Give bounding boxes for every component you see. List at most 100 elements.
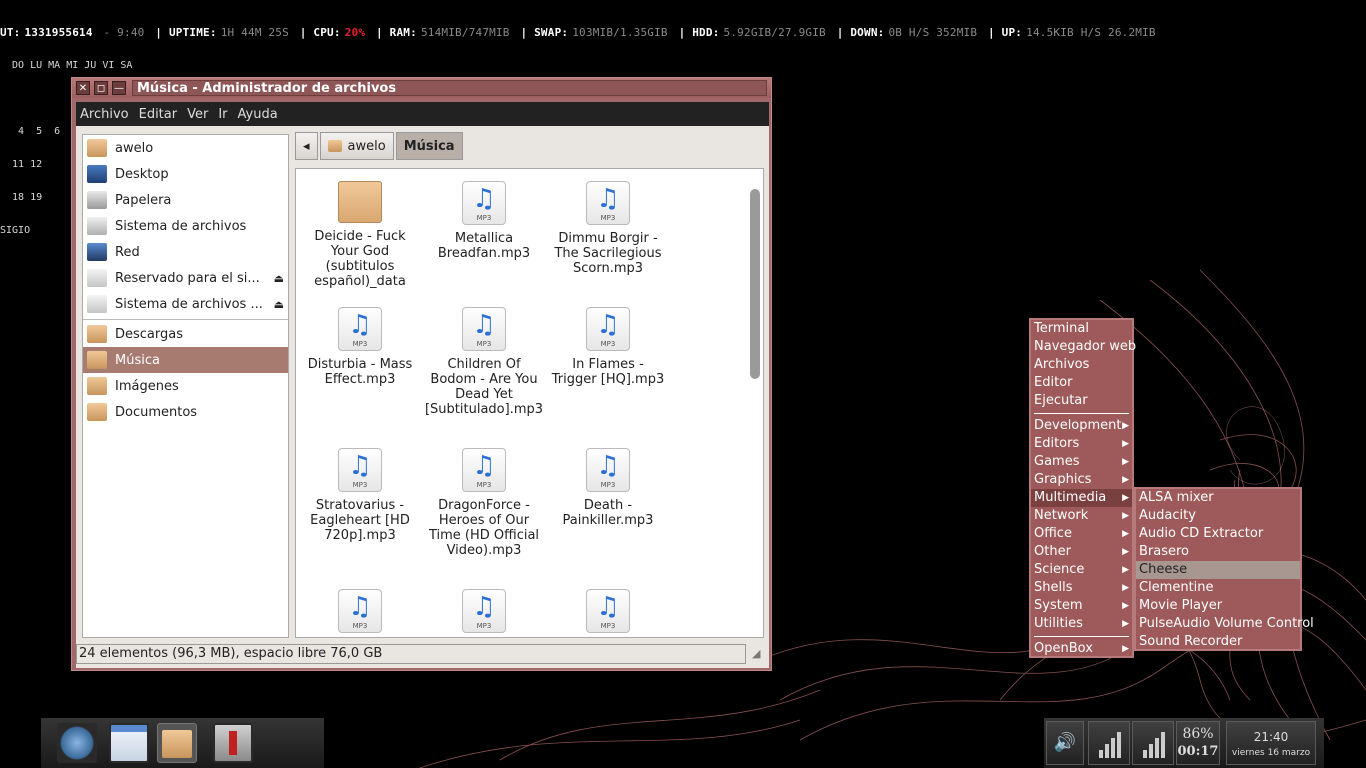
sidebar-item-documentos[interactable]: Documentos bbox=[83, 399, 288, 425]
menu-item-editors[interactable]: Editors ▶ bbox=[1031, 435, 1132, 453]
menu-ir[interactable]: Ir bbox=[218, 107, 227, 122]
mp3-badge: MP3 bbox=[352, 622, 368, 630]
music-folder-icon[interactable] bbox=[157, 723, 197, 763]
sidebar-divider bbox=[83, 319, 288, 320]
menu-item-other[interactable]: Other ▶ bbox=[1031, 543, 1132, 561]
resize-grip-icon[interactable]: ◢ bbox=[752, 647, 766, 661]
vertical-scrollbar[interactable] bbox=[749, 173, 761, 633]
menu-item-terminal[interactable]: Terminal bbox=[1031, 320, 1132, 338]
submenu-item-sound-recorder[interactable]: Sound Recorder bbox=[1136, 633, 1300, 651]
submenu-item-pulseaudio-volume-control[interactable]: PulseAudio Volume Control bbox=[1136, 615, 1314, 633]
submenu-item-brasero[interactable]: Brasero bbox=[1136, 543, 1300, 561]
sidebar-item-label: Imágenes bbox=[115, 378, 179, 394]
menu-editar[interactable]: Editar bbox=[139, 107, 178, 122]
menu-item-development[interactable]: Development ▶ bbox=[1031, 417, 1132, 435]
menu-item-label: Development bbox=[1034, 418, 1122, 433]
menu-item-multimedia[interactable]: Multimedia ▶ bbox=[1031, 489, 1132, 507]
battery-indicator[interactable]: 86% 00:17 bbox=[1176, 721, 1220, 765]
home-folder-icon bbox=[327, 140, 342, 152]
scrollbar-thumb[interactable] bbox=[750, 189, 760, 379]
sidebar-item-descargas[interactable]: Descargas bbox=[83, 321, 288, 347]
file-item[interactable]: ♫ MP3 bbox=[300, 589, 420, 637]
menu-item-games[interactable]: Games ▶ bbox=[1031, 453, 1132, 471]
music-note-glyph: ♫ bbox=[596, 184, 620, 214]
sidebar-item-awelo[interactable]: awelo bbox=[83, 135, 288, 161]
file-item[interactable]: ♫ MP3 In Flames - Trigger [HQ].mp3 bbox=[548, 307, 668, 387]
minimize-window-button[interactable]: — bbox=[112, 81, 126, 95]
menu-archivo[interactable]: Archivo bbox=[80, 107, 129, 122]
submenu-item-cheese[interactable]: Cheese bbox=[1136, 561, 1300, 579]
menu-item-shells[interactable]: Shells ▶ bbox=[1031, 579, 1132, 597]
submenu-item-clementine[interactable]: Clementine bbox=[1136, 579, 1300, 597]
file-item[interactable]: ♫ MP3 Metallica Breadfan.mp3 bbox=[424, 181, 544, 261]
music-note-glyph: ♫ bbox=[596, 310, 620, 340]
browser-icon[interactable] bbox=[57, 723, 97, 763]
sidebar-item-reservado[interactable]: Reservado para el si... ⏏ bbox=[83, 265, 288, 291]
path-crumb-awelo[interactable]: awelo bbox=[319, 132, 394, 160]
menu-item-label: Graphics bbox=[1034, 472, 1092, 487]
file-item[interactable]: ♫ MP3 Dimmu Borgir - The Sacrilegious Sco… bbox=[548, 181, 668, 276]
menu-item-network[interactable]: Network ▶ bbox=[1031, 507, 1132, 525]
menu-item-system[interactable]: System ▶ bbox=[1031, 597, 1132, 615]
menu-item-openbox[interactable]: OpenBox ▶ bbox=[1031, 640, 1132, 658]
file-item[interactable]: ♫ MP3 Disturbia - Mass Effect.mp3 bbox=[300, 307, 420, 387]
file-item[interactable]: ♫ MP3 Death - Painkiller.mp3 bbox=[548, 448, 668, 528]
file-name: DragonForce - Heroes of Our Time (HD Off… bbox=[428, 498, 540, 558]
system-tray: 🔊 86% 00:17 21:40 viernes 16 marzo bbox=[1044, 718, 1324, 768]
close-window-button[interactable]: ✕ bbox=[76, 81, 90, 95]
file-item[interactable]: Deicide - Fuck Your God (subtitulos espa… bbox=[300, 181, 420, 289]
eject-icon[interactable]: ⏏ bbox=[274, 272, 284, 285]
sidebar-item-musica[interactable]: Música bbox=[83, 347, 288, 373]
window-icon[interactable] bbox=[109, 723, 149, 763]
taskbar bbox=[41, 718, 324, 768]
submenu-item-alsa-mixer[interactable]: ALSA mixer bbox=[1136, 489, 1300, 507]
network-signal-icon[interactable] bbox=[1132, 721, 1174, 765]
volume-icon[interactable]: 🔊 bbox=[1046, 721, 1084, 765]
menu-item-archivos[interactable]: Archivos bbox=[1031, 356, 1132, 374]
menu-item-graphics[interactable]: Graphics ▶ bbox=[1031, 471, 1132, 489]
menu-item-ejecutar[interactable]: Ejecutar bbox=[1031, 392, 1132, 410]
maximize-window-button[interactable]: ◻ bbox=[94, 81, 108, 95]
signal-bars-icon bbox=[1143, 732, 1165, 758]
file-item[interactable]: ♫ MP3 bbox=[424, 589, 544, 637]
eject-icon[interactable]: ⏏ bbox=[274, 298, 284, 311]
submenu-item-movie-player[interactable]: Movie Player bbox=[1136, 597, 1300, 615]
menu-item-label: OpenBox bbox=[1034, 641, 1093, 656]
clock[interactable]: 21:40 viernes 16 marzo bbox=[1226, 721, 1316, 765]
path-back-button[interactable]: ◂ bbox=[295, 132, 318, 160]
path-crumb-musica[interactable]: Música bbox=[395, 132, 463, 160]
mp3-badge: MP3 bbox=[352, 481, 368, 489]
sidebar-item-label: Reservado para el si... bbox=[115, 270, 260, 286]
system-tool-icon[interactable] bbox=[213, 723, 253, 763]
menu-item-utilities[interactable]: Utilities ▶ bbox=[1031, 615, 1132, 633]
sidebar-item-imagenes[interactable]: Imágenes bbox=[83, 373, 288, 399]
file-name: Stratovarius - Eagleheart [HD 720p].mp3 bbox=[310, 498, 410, 543]
file-item[interactable]: ♫ MP3 Stratovarius - Eagleheart [HD 720p]… bbox=[300, 448, 420, 543]
sidebar-item-desktop[interactable]: Desktop bbox=[83, 161, 288, 187]
network-icon bbox=[87, 243, 107, 261]
sidebar-item-red[interactable]: Red bbox=[83, 239, 288, 265]
menu-ayuda[interactable]: Ayuda bbox=[238, 107, 278, 122]
sidebar-item-sistema-de-archivos[interactable]: Sistema de archivos bbox=[83, 213, 288, 239]
window-titlebar[interactable]: ✕ ◻ — Música - Administrador de archivos bbox=[72, 78, 771, 98]
submenu-arrow-icon: ▶ bbox=[1122, 565, 1129, 575]
menu-item-label: Utilities bbox=[1034, 616, 1083, 631]
sidebar-item-sistema-de-archivos-2[interactable]: Sistema de archivos ... ⏏ bbox=[83, 291, 288, 317]
music-note-glyph: ♫ bbox=[348, 310, 372, 340]
menu-item-office[interactable]: Office ▶ bbox=[1031, 525, 1132, 543]
mp3-file-icon: ♫ MP3 bbox=[462, 448, 506, 492]
menu-item-navegador-web[interactable]: Navegador web bbox=[1031, 338, 1136, 356]
menu-item-label: Other bbox=[1034, 544, 1071, 559]
sidebar-item-papelera[interactable]: Papelera bbox=[83, 187, 288, 213]
submenu-item-audio-cd-extractor[interactable]: Audio CD Extractor bbox=[1136, 525, 1300, 543]
menu-ver[interactable]: Ver bbox=[187, 107, 208, 122]
menu-item-editor[interactable]: Editor bbox=[1031, 374, 1132, 392]
mp3-badge: MP3 bbox=[476, 214, 492, 222]
file-item[interactable]: ♫ MP3 DragonForce - Heroes of Our Time (H… bbox=[424, 448, 544, 558]
file-item[interactable]: ♫ MP3 bbox=[548, 589, 668, 637]
file-item[interactable]: ♫ MP3 Children Of Bodom - Are You Dead Ye… bbox=[424, 307, 544, 417]
sidebar-item-label: Sistema de archivos bbox=[115, 218, 247, 234]
wifi-signal-icon[interactable] bbox=[1088, 721, 1130, 765]
submenu-item-audacity[interactable]: Audacity bbox=[1136, 507, 1300, 525]
menu-item-science[interactable]: Science ▶ bbox=[1031, 561, 1132, 579]
